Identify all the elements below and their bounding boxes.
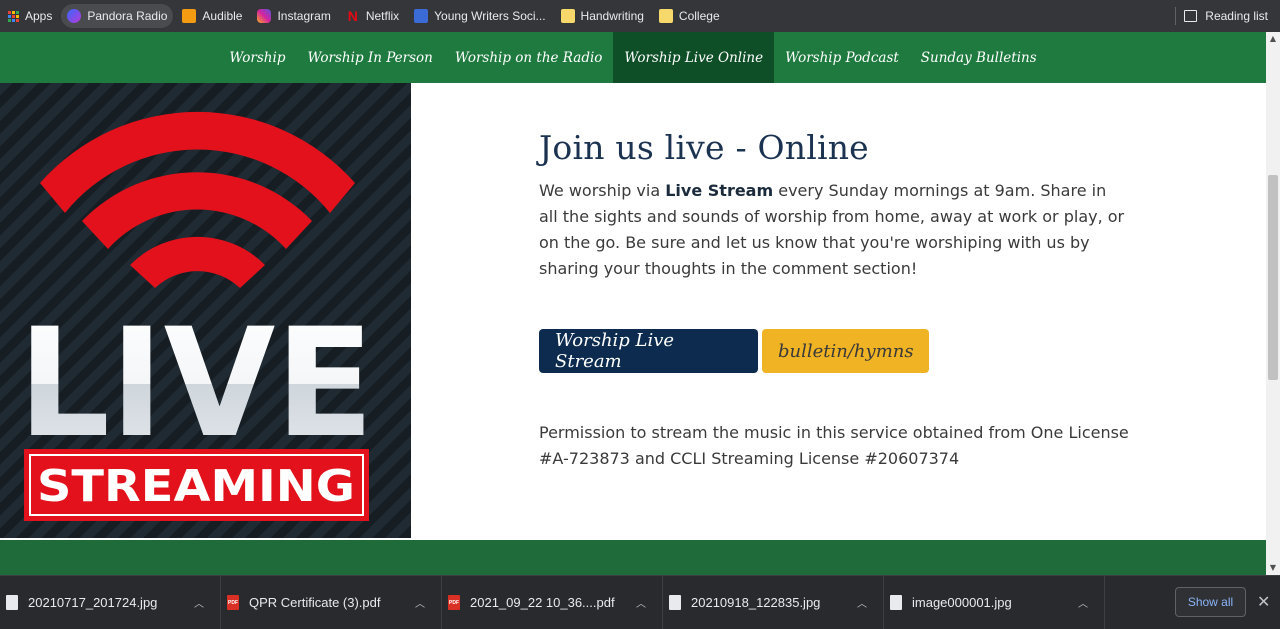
instagram-icon [257,9,272,23]
download-filename: 20210717_201724.jpg [28,595,158,610]
bookmark-label: Netflix [365,9,400,23]
live-streaming-image: LIVE STREAMING [0,83,411,538]
button-row: Worship Live Stream bulletin/hymns [539,329,933,373]
bookmark-label: Instagram [277,9,331,23]
bookmarks-bar: Apps Pandora Radio Audible Instagram N N… [0,0,1280,32]
download-item[interactable]: PDF QPR Certificate (3).pdf ︿ [221,575,442,629]
nav-worship[interactable]: Worship [218,32,296,83]
download-item[interactable]: image000001.jpg ︿ [884,575,1105,629]
page-scrollbar[interactable]: ▲ ▼ [1266,32,1280,575]
live-streaming-graphic: LIVE STREAMING [0,83,411,538]
show-all-button[interactable]: Show all [1175,587,1246,617]
bookmark-label: Apps [25,9,53,23]
apps-grid-icon [8,10,19,22]
bookmark-label: Young Writers Soci... [434,9,546,23]
page-title: Join us live - Online [539,128,869,167]
pandora-icon [67,9,82,23]
netflix-icon: N [347,8,358,24]
bookmark-young-writers[interactable]: Young Writers Soci... [408,4,551,28]
bookmarks-divider [1175,7,1176,25]
download-filename: 20210918_122835.jpg [691,595,821,610]
scroll-thumb[interactable] [1268,175,1278,380]
image-file-icon [6,595,18,610]
bookmark-label: Handwriting [580,9,644,23]
download-item[interactable]: 20210918_122835.jpg ︿ [663,575,884,629]
chevron-up-icon[interactable]: ︿ [1078,595,1088,610]
nav-worship-on-the-radio[interactable]: Worship on the Radio [444,32,614,83]
nav-worship-in-person[interactable]: Worship In Person [296,32,443,83]
main-content: Join us live - Online We worship via Liv… [539,126,1139,282]
nav-worship-podcast[interactable]: Worship Podcast [774,32,910,83]
folder-icon [560,9,575,23]
pdf-file-icon: PDF [448,595,460,610]
chevron-up-icon[interactable]: ︿ [636,595,646,610]
bulletin-hymns-button[interactable]: bulletin/hymns [762,329,929,373]
chevron-up-icon[interactable]: ︿ [194,595,204,610]
bookmark-audible[interactable]: Audible [176,4,248,28]
site-navigation: Worship Worship In Person Worship on the… [0,32,1266,83]
bookmark-netflix[interactable]: N Netflix [340,4,405,28]
intro-paragraph: We worship via Live Stream every Sunday … [539,178,1129,282]
chevron-up-icon[interactable]: ︿ [415,595,425,610]
bookmark-pandora-radio[interactable]: Pandora Radio [61,4,174,28]
nav-worship-live-online[interactable]: Worship Live Online [613,32,775,83]
young-writers-icon [414,9,429,23]
downloads-bar: 20210717_201724.jpg ︿ PDF QPR Certificat… [0,575,1280,629]
reading-list-label: Reading list [1205,9,1268,23]
nav-sunday-bulletins[interactable]: Sunday Bulletins [910,32,1048,83]
permission-notice: Permission to stream the music in this s… [539,423,1129,468]
folder-icon [658,9,673,23]
bookmark-instagram[interactable]: Instagram [251,4,336,28]
worship-live-stream-button[interactable]: Worship Live Stream [539,329,758,373]
download-filename: image000001.jpg [912,595,1012,610]
download-item[interactable]: 20210717_201724.jpg ︿ [0,575,221,629]
live-stream-emphasis: Live Stream [665,181,774,200]
audible-icon [182,9,197,23]
reading-list-button[interactable]: Reading list [1184,4,1268,28]
download-filename: QPR Certificate (3).pdf [249,595,381,610]
image-file-icon [669,595,681,610]
bookmark-apps[interactable]: Apps [2,4,58,28]
image-file-icon [890,595,902,610]
chevron-up-icon[interactable]: ︿ [857,595,867,610]
scroll-down-arrow-icon[interactable]: ▼ [1266,561,1280,575]
reading-list-icon [1184,10,1198,22]
pdf-file-icon: PDF [227,595,239,610]
live-text: LIVE [18,297,374,471]
download-item[interactable]: PDF 2021_09_22 10_36....pdf ︿ [442,575,663,629]
bookmark-folder-handwriting[interactable]: Handwriting [555,4,650,28]
scroll-up-arrow-icon[interactable]: ▲ [1266,32,1280,46]
bookmark-folder-college[interactable]: College [653,4,726,28]
streaming-text: STREAMING [37,461,355,512]
bookmark-label: Pandora Radio [87,9,168,23]
intro-text-start: We worship via [539,181,666,200]
footer-band [0,540,1266,575]
download-filename: 2021_09_22 10_36....pdf [470,595,615,610]
bookmark-label: College [678,9,720,23]
bookmark-label: Audible [202,9,243,23]
close-icon[interactable]: ✕ [1257,592,1270,612]
